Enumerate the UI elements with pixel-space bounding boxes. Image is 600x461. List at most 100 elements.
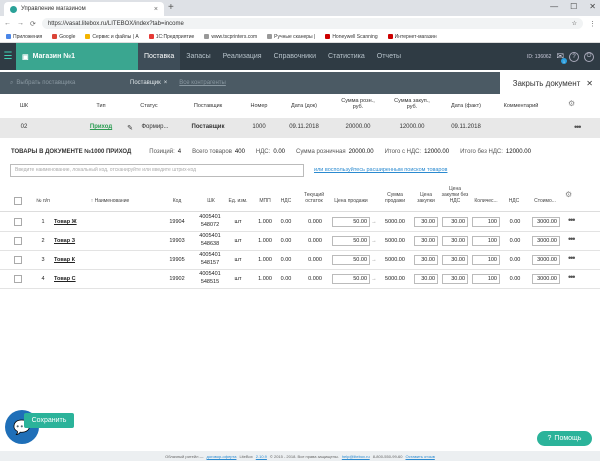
th-cost: Стоимо... xyxy=(534,198,556,204)
row-checkbox[interactable] xyxy=(14,256,22,264)
nav-tab[interactable]: Статистика xyxy=(322,43,371,70)
menu-icon[interactable]: ☰ xyxy=(0,43,16,70)
all-contractors-link[interactable]: Все контрагенты xyxy=(179,80,226,86)
remove-tag-icon[interactable]: × xyxy=(164,80,168,86)
url-field[interactable]: https://vasat.litebox.ru/LITEBOX/index?t… xyxy=(41,18,583,29)
bookmark-item[interactable]: Google xyxy=(52,34,75,40)
price-arrow-icon[interactable]: → xyxy=(371,257,377,263)
back-icon[interactable]: ← xyxy=(4,20,11,27)
menu-dots-icon[interactable]: ⋮ xyxy=(589,20,596,28)
price-purchase-novat-input[interactable]: 30.00 xyxy=(442,217,468,227)
quantity-input[interactable]: 100 xyxy=(472,217,500,227)
power-icon[interactable]: ⏻ xyxy=(584,51,594,62)
price-purchase-input[interactable]: 30.00 xyxy=(414,217,438,227)
mail-icon[interactable]: ✉ 1 xyxy=(556,51,567,64)
price-purchase-input[interactable]: 30.00 xyxy=(414,274,438,284)
row-more-icon[interactable]: ••• xyxy=(568,215,576,225)
help-icon[interactable]: ? xyxy=(569,51,579,62)
price-arrow-icon[interactable]: → xyxy=(371,276,377,282)
quantity-input[interactable]: 100 xyxy=(472,274,500,284)
product-search-input[interactable]: Введите наименование, локальный код, отс… xyxy=(10,163,304,177)
table-row[interactable]: 3 Товар К 19905 4005401 548157 шт 1.000 0.00 0.0… xyxy=(0,251,600,270)
table-row[interactable]: 1 Товар Ж 19904 4005401 548072 шт 1.000 0.00 0.0… xyxy=(0,213,600,232)
nav-tab[interactable]: Отчеты xyxy=(371,43,407,70)
supplier-tag[interactable]: Поставщик × xyxy=(130,80,167,86)
price-sale-input[interactable]: 50.00 xyxy=(332,274,370,284)
row-name-link[interactable]: Товар К xyxy=(54,257,94,263)
row-name-link[interactable]: Товар Ж xyxy=(54,219,94,225)
edit-icon[interactable]: ✎ xyxy=(126,124,134,132)
email-link[interactable]: help@litebox.ru xyxy=(342,454,370,459)
cost-input[interactable]: 3000.00 xyxy=(532,236,560,246)
cost-input[interactable]: 3000.00 xyxy=(532,255,560,265)
new-tab-icon[interactable]: + xyxy=(168,3,174,13)
row-name-link[interactable]: Товар С xyxy=(54,276,94,282)
table-row[interactable]: 4 Товар С 19902 4005401 548515 шт 1.000 0.00 0.0… xyxy=(0,270,600,289)
row-checkbox[interactable] xyxy=(14,218,22,226)
select-all-checkbox[interactable] xyxy=(14,197,22,205)
price-arrow-icon[interactable]: → xyxy=(371,219,377,225)
supplier-search[interactable]: ⌕ Выбрать поставщика xyxy=(10,80,110,87)
th-unit: Ед. изм. xyxy=(228,198,248,204)
browser-tab[interactable]: Управление магазином × xyxy=(4,2,164,16)
save-button[interactable]: Сохранить xyxy=(24,413,74,428)
th-price-purchase: Цена закупки xyxy=(417,192,435,204)
table-gear-icon[interactable]: ⚙ xyxy=(565,190,572,199)
bookmark-item[interactable]: Сервис и файлы | А xyxy=(85,34,139,40)
price-purchase-novat-input[interactable]: 30.00 xyxy=(442,255,468,265)
price-purchase-input[interactable]: 30.00 xyxy=(414,236,438,246)
price-purchase-input[interactable]: 30.00 xyxy=(414,255,438,265)
doc-type-link[interactable]: Приход xyxy=(90,124,112,130)
row-checkbox[interactable] xyxy=(14,237,22,245)
price-sale-input[interactable]: 50.00 xyxy=(332,255,370,265)
cost-input[interactable]: 3000.00 xyxy=(532,274,560,284)
close-tab-icon[interactable]: × xyxy=(154,6,158,13)
th-shk: ШК xyxy=(207,198,215,204)
row-checkbox[interactable] xyxy=(14,275,22,283)
bookmark-item[interactable]: Honeywell Scanning xyxy=(325,34,378,40)
star-icon[interactable]: ☆ xyxy=(572,20,577,27)
col-date-fact: Дата (факт) xyxy=(451,103,481,109)
quantity-input[interactable]: 100 xyxy=(472,255,500,265)
forward-icon[interactable]: → xyxy=(17,20,24,27)
close-window-icon[interactable]: ✕ xyxy=(589,2,596,11)
price-purchase-novat-input[interactable]: 30.00 xyxy=(442,236,468,246)
bookmark-item[interactable]: Приложения xyxy=(6,34,42,40)
bookmark-item[interactable]: 1С:Предприятие xyxy=(148,34,194,40)
row-more-icon[interactable]: ••• xyxy=(568,234,576,244)
bookmark-item[interactable]: Интернет-магазин xyxy=(387,34,437,40)
cost-input[interactable]: 3000.00 xyxy=(532,217,560,227)
doc-more-icon[interactable]: ••• xyxy=(574,122,582,132)
minimize-icon[interactable]: — xyxy=(550,2,558,11)
offer-link[interactable]: договор-оферта xyxy=(207,454,237,459)
row-more-icon[interactable]: ••• xyxy=(568,272,576,282)
nav-tab[interactable]: Поставка xyxy=(138,43,181,70)
close-document-button[interactable]: Закрыть документ ✕ xyxy=(499,72,600,94)
nav-tab[interactable]: Реализация xyxy=(217,43,268,70)
version-link[interactable]: 2.10.9 xyxy=(256,454,267,459)
advanced-search-link[interactable]: или воспользуйтесь расширенным поиском т… xyxy=(314,167,447,173)
row-shk-1: 4005401 xyxy=(199,252,221,258)
price-arrow-icon[interactable]: → xyxy=(371,238,377,244)
reload-icon[interactable]: ⟳ xyxy=(30,20,36,28)
quantity-input[interactable]: 100 xyxy=(472,236,500,246)
store-selector[interactable]: ▣ Магазин №1 xyxy=(16,43,138,70)
help-button[interactable]: ? Помощь xyxy=(537,431,592,446)
th-name[interactable]: ↑ Наименование xyxy=(80,198,140,204)
feedback-link[interactable]: Оставить отзыв xyxy=(406,454,435,459)
price-sale-input[interactable]: 50.00 xyxy=(332,217,370,227)
bookmark-item[interactable]: Ручные сканеры | xyxy=(267,34,315,40)
th-price-purchase-novat: Цена закупки без НДС xyxy=(441,186,469,204)
price-purchase-novat-input[interactable]: 30.00 xyxy=(442,274,468,284)
table-row[interactable]: 2 Товар З 19903 4005401 548638 шт 1.000 0.00 0.0… xyxy=(0,232,600,251)
bookmark-item[interactable]: www.tscprinters.com xyxy=(204,34,257,40)
nav-tab[interactable]: Справочники xyxy=(268,43,322,70)
gear-icon[interactable]: ⚙ xyxy=(568,99,575,108)
nav-tab[interactable]: Запасы xyxy=(180,43,216,70)
maximize-icon[interactable]: ☐ xyxy=(570,2,577,11)
document-row[interactable]: 02 Приход ✎ Формир... Поставщик 1000 09.… xyxy=(0,118,600,138)
app-header: ☰ ▣ Магазин №1 Поставка Запасы Реализация С… xyxy=(0,43,600,70)
price-sale-input[interactable]: 50.00 xyxy=(332,236,370,246)
row-more-icon[interactable]: ••• xyxy=(568,253,576,263)
row-name-link[interactable]: Товар З xyxy=(54,238,94,244)
